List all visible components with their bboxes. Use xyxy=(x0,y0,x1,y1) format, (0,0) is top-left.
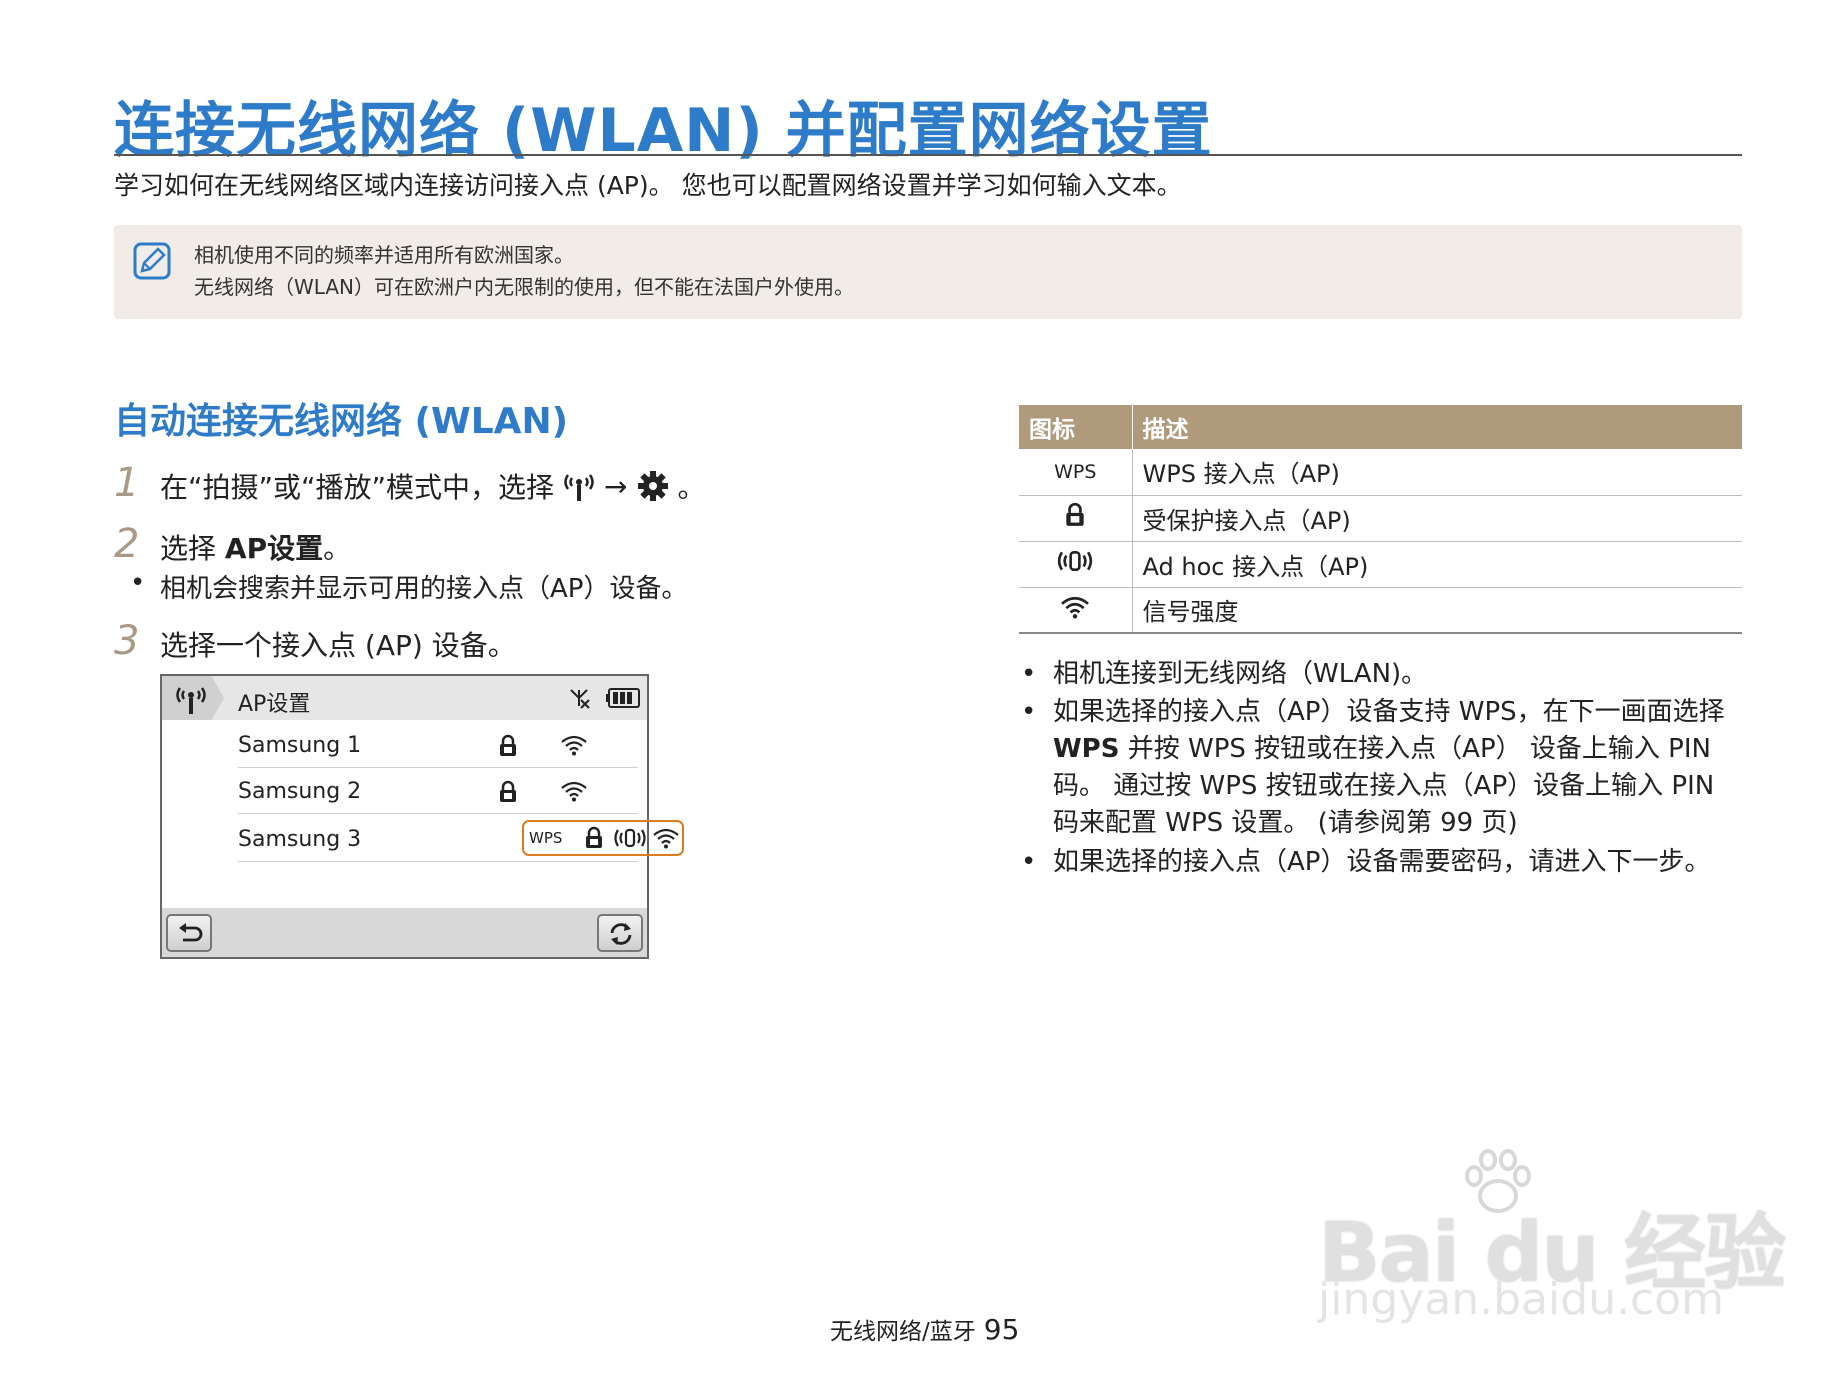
wps-text-icon: WPS xyxy=(1019,449,1133,496)
wifi-signal-icon xyxy=(1061,596,1090,619)
bullet-item: 如果选择的接入点（AP）设备支持 WPS，在下一画面选择 WPS 并按 WPS … xyxy=(1021,694,1753,842)
wireless-antenna-icon xyxy=(176,687,206,714)
ap-name: Samsung 1 xyxy=(238,733,362,758)
camera-screen: AP设置 Samsung 1 Samsung 2 Samsung 3 WPS xyxy=(160,674,684,959)
refresh-icon xyxy=(610,923,632,945)
step-2-bullet: 相机会搜索并显示可用的接入点（AP）设备。 xyxy=(130,568,687,605)
bullet-item: 相机连接到无线网络（WLAN)。 xyxy=(1021,656,1427,693)
step-number: 1 xyxy=(114,460,140,506)
wireless-antenna-icon xyxy=(564,474,594,501)
page-subtitle: 学习如何在无线网络区域内连接访问接入点 (AP)。 您也可以配置网络设置并学习如… xyxy=(114,171,1182,200)
bullet-item: 如果选择的接入点（AP）设备需要密码，请进入下一步。 xyxy=(1021,844,1710,881)
ap-name: Samsung 2 xyxy=(238,779,362,804)
wifi-signal-icon xyxy=(561,735,587,756)
page-footer: 无线网络/蓝牙 95 xyxy=(830,1312,1019,1346)
no-signal-icon xyxy=(570,689,590,709)
wifi-signal-icon xyxy=(561,781,587,802)
table-row: WPS WPS 接入点（AP) xyxy=(1019,449,1742,496)
note-line-1: 相机使用不同的频率并适用所有欧洲国家。 xyxy=(194,243,574,267)
ap-list-item[interactable]: Samsung 2 xyxy=(238,768,638,814)
step-number: 3 xyxy=(114,618,140,664)
wps-badge: WPS xyxy=(529,829,563,847)
section-title: 自动连接无线网络 (WLAN) xyxy=(114,401,569,442)
watermark-url: jingyan.baidu.com xyxy=(1318,1274,1725,1325)
table-row: 信号强度 xyxy=(1019,587,1742,634)
lock-icon xyxy=(500,734,516,756)
ap-name: Samsung 3 xyxy=(238,827,362,852)
back-arrow-icon xyxy=(179,923,203,942)
note-pencil-icon xyxy=(133,242,171,280)
table-cell-desc: 受保护接入点（AP) xyxy=(1132,495,1742,542)
adhoc-icon xyxy=(1058,550,1093,572)
footer-section: 无线网络/蓝牙 xyxy=(830,1319,976,1345)
title-rule xyxy=(114,154,1742,156)
table-header-desc: 描述 xyxy=(1132,405,1742,449)
wifi-signal-icon xyxy=(653,828,679,849)
table-row: 受保护接入点（AP) xyxy=(1019,495,1742,542)
baidu-watermark: Bai du 经验 jingyan.baidu.com xyxy=(1318,1146,1786,1336)
step-number: 2 xyxy=(114,521,140,567)
back-button[interactable] xyxy=(166,914,212,952)
gear-icon xyxy=(637,471,668,501)
lock-icon xyxy=(1066,502,1084,526)
step-text: 选择 AP设置。 xyxy=(160,532,352,565)
table-header-icon: 图标 xyxy=(1019,405,1133,449)
battery-icon xyxy=(606,688,640,708)
screen-header: AP设置 xyxy=(162,676,647,720)
icon-description-table: 图标 描述 WPS WPS 接入点（AP) 受保护接入点（AP) Ad hoc … xyxy=(1019,405,1742,634)
lock-icon xyxy=(500,780,516,802)
table-cell-desc: Ad hoc 接入点（AP) xyxy=(1132,541,1742,588)
ap-list-item[interactable]: Samsung 1 xyxy=(238,722,638,768)
step-text: 在“拍摄”或“播放”模式中，选择 → 。 xyxy=(160,469,706,505)
step-text: 选择一个接入点 (AP) 设备。 xyxy=(160,629,516,662)
refresh-button[interactable] xyxy=(597,914,643,952)
screen-footer xyxy=(162,908,647,957)
table-row: Ad hoc 接入点（AP) xyxy=(1019,541,1742,588)
page-number: 95 xyxy=(983,1313,1020,1346)
lock-icon xyxy=(586,826,602,848)
note-box: 相机使用不同的频率并适用所有欧洲国家。 无线网络（WLAN）可在欧洲户内无限制的… xyxy=(114,225,1742,319)
screen-title: AP设置 xyxy=(238,692,311,717)
adhoc-icon xyxy=(614,828,646,848)
ap-list-item[interactable]: Samsung 3 WPS xyxy=(238,814,684,862)
table-cell-desc: WPS 接入点（AP) xyxy=(1132,449,1742,496)
table-cell-desc: 信号强度 xyxy=(1132,587,1742,634)
note-line-2: 无线网络（WLAN）可在欧洲户内无限制的使用，但不能在法国户外使用。 xyxy=(194,275,855,299)
